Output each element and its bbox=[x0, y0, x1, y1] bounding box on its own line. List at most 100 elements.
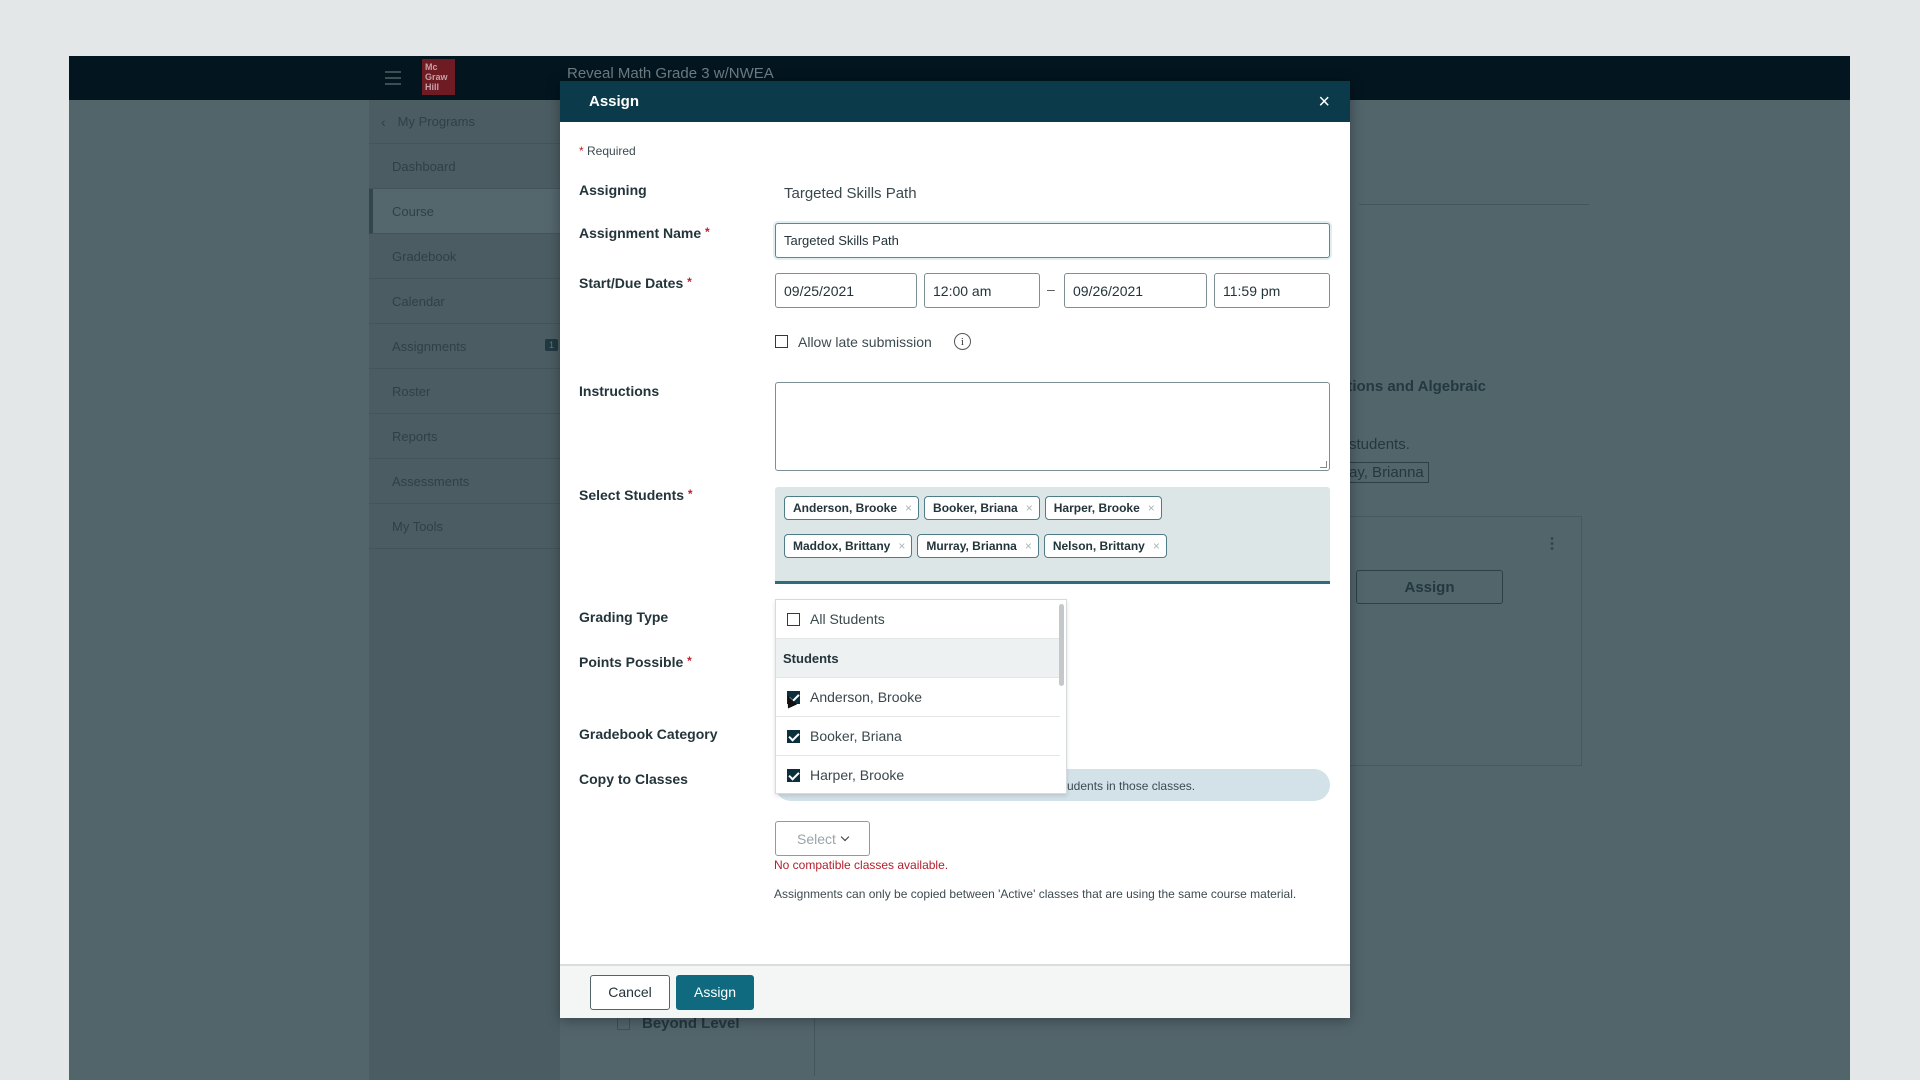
dropdown-group-header: Students bbox=[776, 639, 1060, 678]
label-text: Select Students bbox=[579, 487, 685, 503]
start-time-input[interactable]: 12:00 am bbox=[924, 273, 1040, 308]
assignments-count-badge: 1 bbox=[544, 339, 558, 351]
info-icon[interactable]: i bbox=[953, 333, 971, 350]
start-due-dates-label: Start/Due Dates * bbox=[579, 275, 692, 291]
option-label: All Students bbox=[810, 611, 885, 627]
start-date-input[interactable]: 09/25/2021 bbox=[775, 273, 917, 308]
sidebar-item-label: Reports bbox=[392, 428, 438, 444]
allow-late-checkbox[interactable] bbox=[775, 335, 788, 348]
close-icon[interactable]: × bbox=[1318, 92, 1330, 112]
checkbox-icon bbox=[617, 1017, 630, 1030]
sidebar-item-course[interactable]: Course bbox=[369, 189, 560, 234]
assignment-name-input[interactable]: Targeted Skills Path bbox=[775, 223, 1330, 258]
sidebar-item-gradebook[interactable]: Gradebook bbox=[369, 234, 560, 279]
background-assign-button: Assign bbox=[1356, 570, 1503, 604]
chip-label: Booker, Briana bbox=[933, 501, 1018, 515]
student-chip: Murray, Brianna × bbox=[917, 534, 1039, 558]
program-title: Reveal Math Grade 3 w/NWEA bbox=[567, 65, 774, 82]
label-text: Start/Due Dates bbox=[579, 275, 684, 291]
select-students-input[interactable]: Anderson, Brooke × Booker, Briana × Harper… bbox=[775, 487, 1330, 584]
remove-chip-icon[interactable]: × bbox=[1025, 539, 1032, 553]
instructions-label: Instructions bbox=[579, 383, 659, 399]
allow-late-submission[interactable]: Allow late submission i bbox=[775, 333, 971, 350]
chip-label: Maddox, Brittany bbox=[793, 539, 891, 553]
option-label: Booker, Briana bbox=[810, 728, 902, 744]
modal-footer: Cancel Assign bbox=[560, 964, 1350, 1018]
student-chip: Anderson, Brooke × bbox=[784, 496, 920, 520]
dropdown-scrollbar[interactable] bbox=[1059, 604, 1064, 686]
copy-classes-select[interactable]: Select bbox=[775, 821, 870, 856]
sidebar: ‹ My Programs Dashboard Course Gradebook… bbox=[369, 100, 560, 1080]
student-chip: Maddox, Brittany × bbox=[784, 534, 913, 558]
grading-type-label: Grading Type bbox=[579, 609, 668, 625]
remove-chip-icon[interactable]: × bbox=[898, 539, 905, 553]
assignment-name-label: Assignment Name * bbox=[579, 225, 710, 241]
sidebar-item-label: Gradebook bbox=[392, 248, 457, 264]
label-text: Gradebook Category bbox=[579, 726, 718, 742]
hamburger-menu-icon[interactable] bbox=[385, 68, 401, 88]
allow-late-label: Allow late submission bbox=[798, 333, 932, 350]
copy-classes-error: No compatible classes available. bbox=[774, 858, 949, 872]
assigning-value: Targeted Skills Path bbox=[784, 185, 917, 202]
required-asterisk: * bbox=[687, 275, 692, 289]
dropdown-option-student[interactable]: Anderson, Brooke bbox=[776, 678, 1060, 717]
chip-label: Anderson, Brooke bbox=[793, 501, 898, 515]
sidebar-item-assessments[interactable]: Assessments bbox=[369, 459, 560, 504]
sidebar-item-assignments[interactable]: Assignments 1 bbox=[369, 324, 560, 369]
remove-chip-icon[interactable]: × bbox=[1148, 501, 1155, 515]
assign-modal: Assign × * Required Assigning Targeted S… bbox=[560, 81, 1350, 1018]
required-asterisk: * bbox=[687, 487, 693, 501]
remove-chip-icon[interactable]: × bbox=[1153, 539, 1160, 553]
required-note: * Required bbox=[579, 144, 636, 158]
required-asterisk: * bbox=[705, 225, 710, 239]
background-text: students. bbox=[1349, 436, 1410, 453]
chip-label: Nelson, Brittany bbox=[1052, 539, 1145, 553]
background-lesson-heading: ations and Algebraic bbox=[1339, 378, 1486, 395]
sidebar-item-dashboard[interactable]: Dashboard bbox=[369, 144, 560, 189]
sidebar-item-label: Dashboard bbox=[392, 158, 456, 174]
due-time-input[interactable]: 11:59 pm bbox=[1214, 273, 1330, 308]
label-text: Instructions bbox=[579, 383, 660, 399]
sidebar-item-roster[interactable]: Roster bbox=[369, 369, 560, 414]
background-divider bbox=[1359, 204, 1589, 205]
instructions-textarea[interactable] bbox=[775, 382, 1330, 471]
label-text: Points Possible bbox=[579, 654, 684, 670]
modal-header: Assign × bbox=[560, 81, 1350, 122]
sidebar-item-label: Calendar bbox=[392, 293, 445, 309]
sidebar-item-label: Roster bbox=[392, 383, 431, 399]
remove-chip-icon[interactable]: × bbox=[905, 501, 912, 515]
sidebar-item-calendar[interactable]: Calendar bbox=[369, 279, 560, 324]
dropdown-option-all-students[interactable]: All Students bbox=[776, 600, 1060, 639]
select-label: Select bbox=[797, 830, 836, 847]
sidebar-back-label: My Programs bbox=[397, 114, 475, 129]
label-text: Assignment Name bbox=[579, 225, 702, 241]
student-chip: Booker, Briana × bbox=[924, 496, 1040, 520]
dropdown-option-student[interactable]: Harper, Brooke bbox=[776, 756, 1060, 793]
due-date-input[interactable]: 09/26/2021 bbox=[1064, 273, 1207, 308]
dropdown-option-student[interactable]: Booker, Briana bbox=[776, 717, 1060, 756]
sidebar-item-label: Course bbox=[392, 203, 434, 219]
sidebar-item-my-tools[interactable]: My Tools bbox=[369, 504, 560, 549]
student-checkbox-checked[interactable] bbox=[787, 768, 800, 782]
sidebar-back-my-programs[interactable]: ‹ My Programs bbox=[369, 100, 560, 144]
student-chip: Harper, Brooke × bbox=[1044, 496, 1162, 520]
student-selection-dropdown: All Students Students Anderson, Brooke B… bbox=[775, 599, 1067, 794]
student-chip: Nelson, Brittany × bbox=[1043, 534, 1167, 558]
modal-title: Assign bbox=[589, 93, 640, 110]
date-range-separator: – bbox=[1047, 281, 1055, 297]
assign-button[interactable]: Assign bbox=[676, 974, 754, 1010]
label-text: Assigning bbox=[579, 182, 647, 198]
cancel-button[interactable]: Cancel bbox=[590, 974, 670, 1010]
all-students-checkbox[interactable] bbox=[787, 612, 800, 626]
chevron-down-icon bbox=[840, 832, 850, 842]
label-text: Grading Type bbox=[579, 609, 669, 625]
assigning-label: Assigning bbox=[579, 182, 647, 198]
option-label: Harper, Brooke bbox=[810, 767, 905, 783]
sidebar-item-label: Assignments bbox=[392, 338, 467, 354]
chevron-left-icon: ‹ bbox=[381, 113, 386, 130]
select-students-label: Select Students * bbox=[579, 487, 693, 503]
sidebar-item-reports[interactable]: Reports bbox=[369, 414, 560, 459]
remove-chip-icon[interactable]: × bbox=[1026, 501, 1033, 515]
student-checkbox-checked[interactable] bbox=[787, 729, 800, 743]
mcgraw-hill-logo: Mc Graw Hill bbox=[422, 59, 455, 95]
